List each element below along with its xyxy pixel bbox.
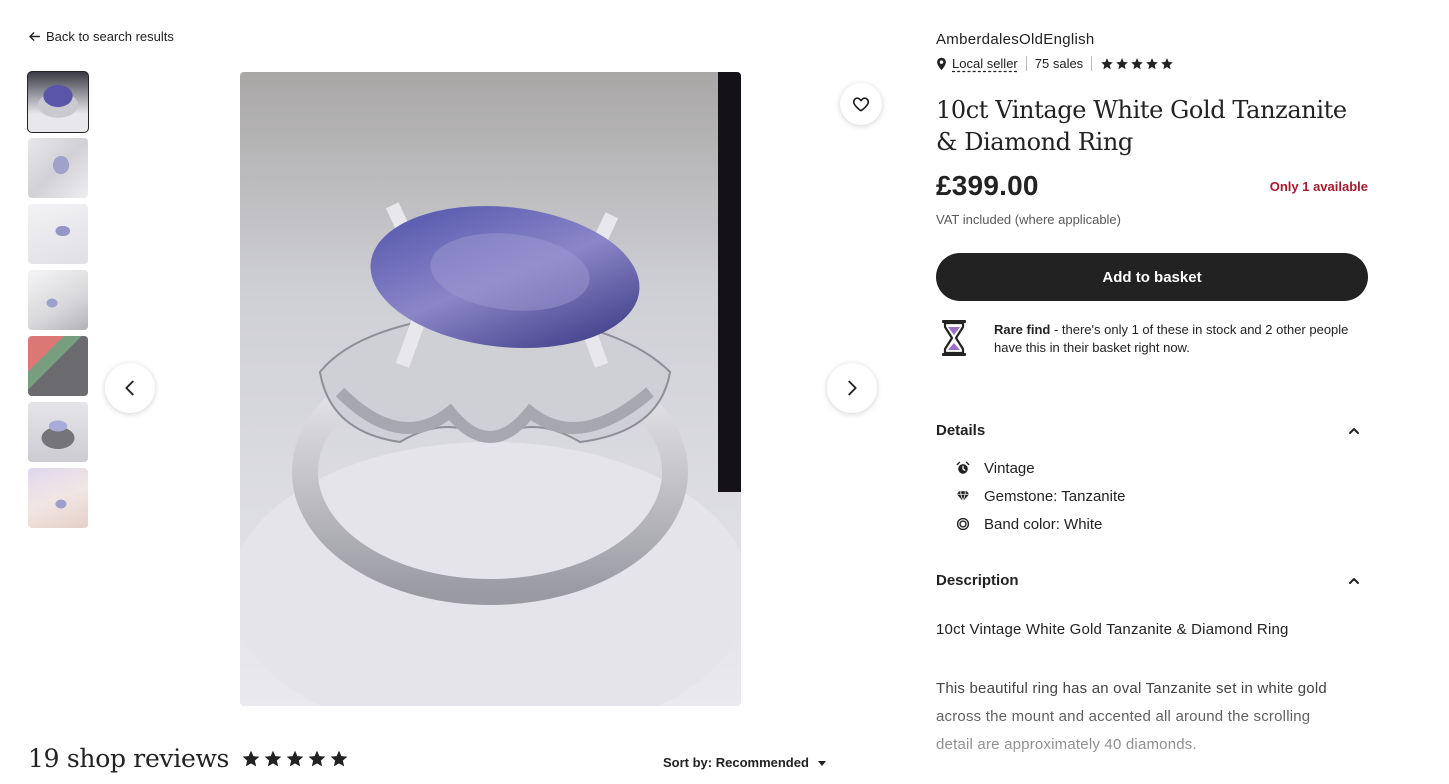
star-icon: [1101, 57, 1114, 69]
sort-dropdown[interactable]: Sort by: Recommended: [663, 755, 827, 770]
seller-info: Local seller 75 sales: [936, 56, 1174, 71]
add-to-basket-button[interactable]: Add to basket: [936, 253, 1368, 301]
sales-count: 75 sales: [1034, 56, 1084, 71]
thumbnail-1[interactable]: [27, 71, 89, 133]
description-first-line: 10ct Vintage White Gold Tanzanite & Diam…: [936, 621, 1289, 638]
arrow-left-icon: [29, 32, 41, 41]
details-toggle[interactable]: Details: [936, 422, 1368, 439]
caret-down-icon: [817, 760, 826, 766]
star-icon: [264, 750, 282, 766]
divider: [1091, 56, 1093, 71]
detail-label: Vintage: [984, 459, 1035, 477]
star-icon: [286, 750, 304, 766]
star-icon: [242, 750, 260, 766]
reviews-stars: [241, 749, 349, 769]
description-toggle[interactable]: Description: [936, 572, 1368, 589]
star-icon: [330, 750, 348, 766]
back-to-search-link[interactable]: Back to search results: [28, 29, 174, 44]
heart-icon: [852, 97, 870, 112]
shop-name-link[interactable]: AmberdalesOldEnglish: [936, 31, 1095, 48]
chevron-left-icon: [125, 380, 134, 396]
divider: [1025, 56, 1027, 71]
back-link-label: Back to search results: [46, 29, 174, 44]
thumbnail-6[interactable]: [28, 402, 88, 462]
star-icon: [308, 750, 326, 766]
next-image-button[interactable]: [827, 363, 877, 413]
previous-image-button[interactable]: [105, 363, 155, 413]
stock-status: Only 1 available: [1269, 179, 1368, 194]
chevron-right-icon: [848, 380, 857, 396]
thumbnail-3[interactable]: [28, 204, 88, 264]
chevron-up-icon: [1349, 427, 1359, 434]
rare-find-notice: Rare find - there's only 1 of these in s…: [936, 318, 1368, 358]
favorite-button[interactable]: [840, 83, 882, 125]
location-pin-icon: [936, 57, 947, 71]
star-icon: [1131, 57, 1144, 69]
detail-label: Gemstone: Tanzanite: [984, 487, 1126, 505]
star-icon: [1161, 57, 1174, 69]
alarm-clock-icon: [956, 461, 970, 474]
detail-item-band-color: Band color: White: [956, 514, 1125, 534]
sort-label: Sort by: Recommended: [663, 755, 809, 770]
thumbnail-5[interactable]: [28, 336, 88, 396]
star-icon: [1146, 57, 1159, 69]
detail-label: Band color: White: [984, 515, 1103, 533]
diamond-icon: [956, 491, 970, 503]
listing-title: 10ct Vintage White Gold Tanzanite & Diam…: [936, 96, 1347, 156]
description-heading: Description: [936, 572, 1019, 589]
thumbnail-strip: [27, 71, 89, 528]
shop-rating-stars[interactable]: [1100, 57, 1174, 71]
reviews-heading: 19 shop reviews: [28, 744, 349, 773]
price: £399.00: [936, 170, 1039, 201]
ring-icon: [956, 517, 970, 531]
main-product-image[interactable]: [240, 72, 741, 706]
thumbnail-2[interactable]: [28, 138, 88, 198]
hourglass-icon: [936, 318, 972, 358]
thumbnail-7[interactable]: [28, 468, 88, 528]
details-heading: Details: [936, 422, 986, 439]
vat-note: VAT included (where applicable): [936, 212, 1121, 227]
description-paragraph: This beautiful ring has an oval Tanzanit…: [936, 680, 1327, 753]
star-icon: [1116, 57, 1129, 69]
rare-find-label: Rare find: [994, 322, 1051, 337]
detail-item-gemstone: Gemstone: Tanzanite: [956, 486, 1125, 506]
rare-find-text: Rare find - there's only 1 of these in s…: [994, 318, 1368, 358]
local-seller-link[interactable]: Local seller: [952, 56, 1018, 71]
chevron-up-icon: [1349, 577, 1359, 584]
detail-item-vintage: Vintage: [956, 458, 1125, 478]
ring-photo: [240, 72, 741, 706]
thumbnail-4[interactable]: [28, 270, 88, 330]
details-list: Vintage Gemstone: Tanzanite Band color: …: [956, 458, 1125, 534]
reviews-title: 19 shop reviews: [28, 744, 230, 773]
